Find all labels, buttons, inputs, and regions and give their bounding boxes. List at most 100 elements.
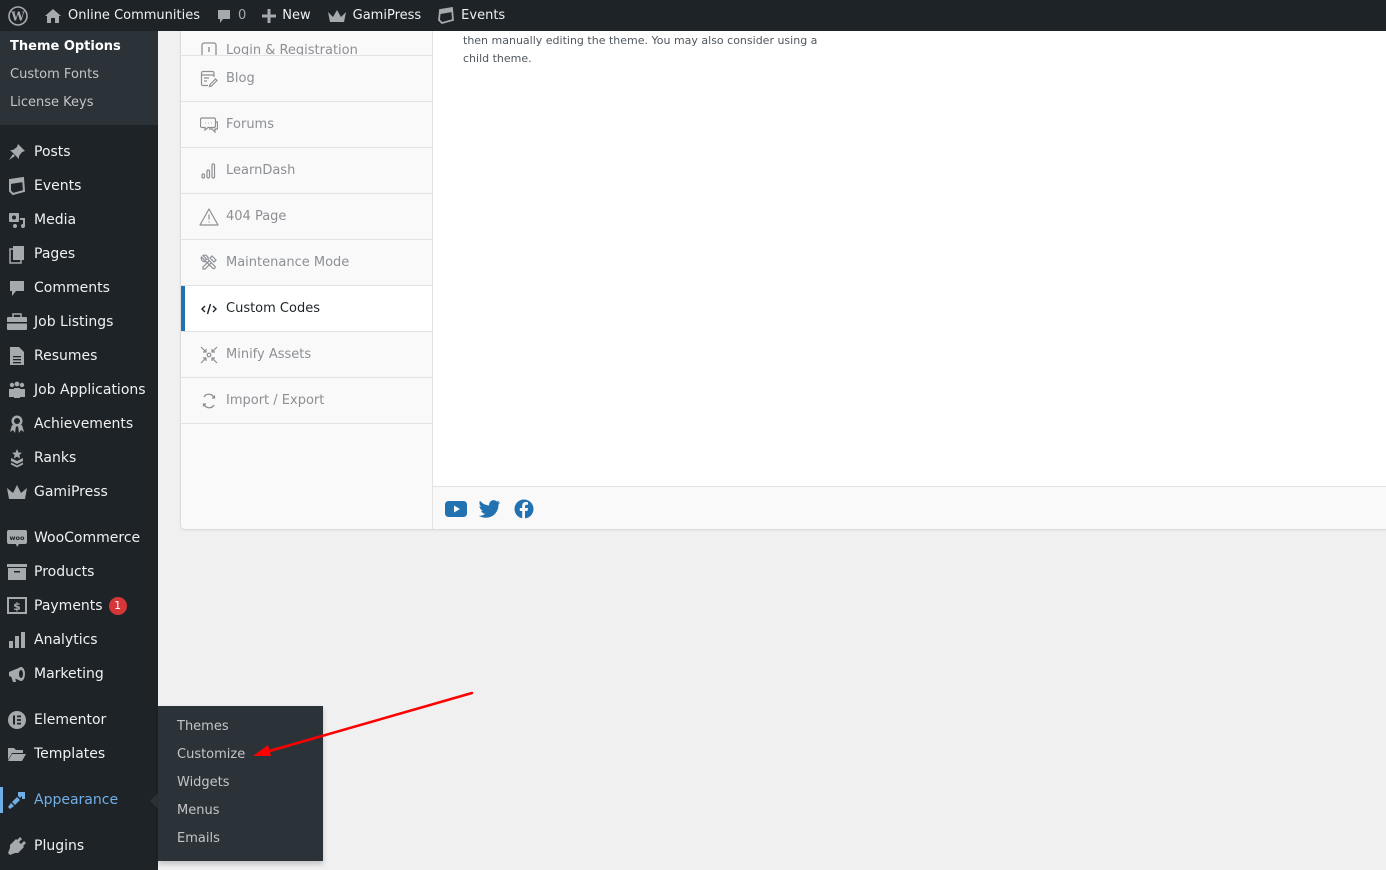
comments-count: 0 xyxy=(238,8,247,23)
menu-label: Ranks xyxy=(34,450,77,466)
site-name: Online Communities xyxy=(68,8,200,23)
menu-label: Templates xyxy=(34,746,106,762)
plug-icon xyxy=(8,837,26,855)
code-icon xyxy=(201,303,217,314)
menu-item-products[interactable]: Products xyxy=(0,555,158,589)
flyout-item-emails[interactable]: Emails xyxy=(158,825,323,853)
sync-icon xyxy=(202,393,216,408)
menu-item-job-applications[interactable]: Job Applications xyxy=(0,373,158,407)
menu-item-plugins[interactable]: Plugins xyxy=(0,829,158,863)
tab-login-registration[interactable]: Login & Registration xyxy=(181,31,432,56)
menu-item-resumes[interactable]: Resumes xyxy=(0,339,158,373)
menu-label: Analytics xyxy=(34,632,98,648)
menu-item-marketing[interactable]: Marketing xyxy=(0,657,158,691)
menu-label: Plugins xyxy=(34,838,85,854)
calendar-icon xyxy=(438,6,455,24)
flyout-item-customize[interactable]: Customize xyxy=(158,741,323,769)
menu-item-posts[interactable]: Posts xyxy=(0,135,158,169)
tab-label: Maintenance Mode xyxy=(226,255,350,270)
briefcase-icon xyxy=(7,313,27,330)
menu-item-payments[interactable]: $ Payments 1 xyxy=(0,589,158,623)
tab-label: Minify Assets xyxy=(226,347,312,362)
pin-icon xyxy=(9,144,25,160)
menu-item-elementor[interactable]: Elementor xyxy=(0,703,158,737)
tools-icon xyxy=(200,254,217,270)
wordpress-logo-button[interactable]: W xyxy=(0,0,36,31)
tab-forums[interactable]: Forums xyxy=(181,102,432,148)
events-link[interactable]: Events xyxy=(429,0,513,31)
tab-404-page[interactable]: 404 Page xyxy=(181,194,432,240)
menu-item-comments[interactable]: Comments xyxy=(0,271,158,305)
menu-label: Resumes xyxy=(34,348,98,364)
warning-icon xyxy=(199,207,219,226)
tab-minify-assets[interactable]: Minify Assets xyxy=(181,332,432,378)
menu-item-ranks[interactable]: Ranks xyxy=(0,441,158,475)
menu-item-templates[interactable]: Templates xyxy=(0,737,158,771)
plus-icon xyxy=(262,8,277,23)
menu-item-media[interactable]: Media xyxy=(0,203,158,237)
payments-badge: 1 xyxy=(108,597,127,615)
signal-icon xyxy=(201,162,216,179)
gamipress-link[interactable]: GamiPress xyxy=(319,0,430,31)
archive-icon xyxy=(7,564,27,580)
options-tabs: Login & Registration Blog Forums LearnDa… xyxy=(181,31,433,529)
site-name-link[interactable]: Online Communities xyxy=(36,0,208,31)
menu-label: Marketing xyxy=(34,666,104,682)
custom-codes-content: then manually editing the theme. You may… xyxy=(433,31,1386,486)
menu-item-events[interactable]: Events xyxy=(0,169,158,203)
submenu-license-keys[interactable]: License Keys xyxy=(0,89,158,117)
content-description: then manually editing the theme. You may… xyxy=(463,34,818,65)
tab-learndash[interactable]: LearnDash xyxy=(181,148,432,194)
comment-icon xyxy=(218,9,230,23)
gamipress-label: GamiPress xyxy=(352,8,422,23)
flyout-item-menus[interactable]: Menus xyxy=(158,797,323,825)
tab-blog[interactable]: Blog xyxy=(181,56,432,102)
tab-label: Login & Registration xyxy=(226,42,358,56)
menu-item-achievements[interactable]: Achievements xyxy=(0,407,158,441)
comments-link[interactable]: 0 xyxy=(208,0,254,31)
compress-icon xyxy=(200,346,218,363)
theme-submenu: Theme Options Custom Fonts License Keys xyxy=(0,31,158,125)
menu-item-analytics[interactable]: Analytics xyxy=(0,623,158,657)
home-icon xyxy=(45,8,61,23)
tab-label: Blog xyxy=(226,71,255,86)
groups-icon xyxy=(9,381,25,398)
wordpress-logo-icon: W xyxy=(8,5,28,26)
submenu-theme-options[interactable]: Theme Options xyxy=(0,33,158,61)
submenu-custom-fonts[interactable]: Custom Fonts xyxy=(0,61,158,89)
menu-label: Job Applications xyxy=(34,382,146,398)
facebook-link[interactable] xyxy=(513,498,535,520)
menu-item-pages[interactable]: Pages xyxy=(0,237,158,271)
tab-label: 404 Page xyxy=(226,209,287,224)
flyout-pointer xyxy=(150,793,158,809)
woo-icon: woo xyxy=(7,530,27,547)
calendar-icon xyxy=(9,176,26,196)
youtube-link[interactable] xyxy=(445,498,467,520)
login-icon xyxy=(201,42,217,55)
menu-item-job-listings[interactable]: Job Listings xyxy=(0,305,158,339)
menu-label: Products xyxy=(34,564,95,580)
tab-import-export[interactable]: Import / Export xyxy=(181,378,432,424)
tab-label: Import / Export xyxy=(226,393,325,408)
admin-bar: W Online Communities 0 New GamiPress Eve… xyxy=(0,0,1386,31)
tab-custom-codes[interactable]: Custom Codes xyxy=(181,286,432,332)
twitter-icon xyxy=(479,499,500,518)
tab-maintenance-mode[interactable]: Maintenance Mode xyxy=(181,240,432,286)
menu-item-woocommerce[interactable]: woo WooCommerce xyxy=(0,521,158,555)
menu-label: Elementor xyxy=(34,712,107,728)
forum-icon xyxy=(200,116,218,133)
menu-label: Posts xyxy=(34,144,71,160)
flyout-item-themes[interactable]: Themes xyxy=(158,713,323,741)
menu-item-gamipress[interactable]: GamiPress xyxy=(0,475,158,509)
svg-text:$: $ xyxy=(13,600,21,613)
youtube-icon xyxy=(445,500,467,517)
menu-label: Achievements xyxy=(34,416,134,432)
menu-item-appearance[interactable]: Appearance xyxy=(0,783,158,817)
menu-label: Pages xyxy=(34,246,76,262)
flyout-item-widgets[interactable]: Widgets xyxy=(158,769,323,797)
new-content-link[interactable]: New xyxy=(254,0,318,31)
twitter-link[interactable] xyxy=(479,498,501,520)
facebook-icon xyxy=(514,499,534,519)
document-icon xyxy=(10,347,24,365)
dollar-icon: $ xyxy=(7,597,27,614)
